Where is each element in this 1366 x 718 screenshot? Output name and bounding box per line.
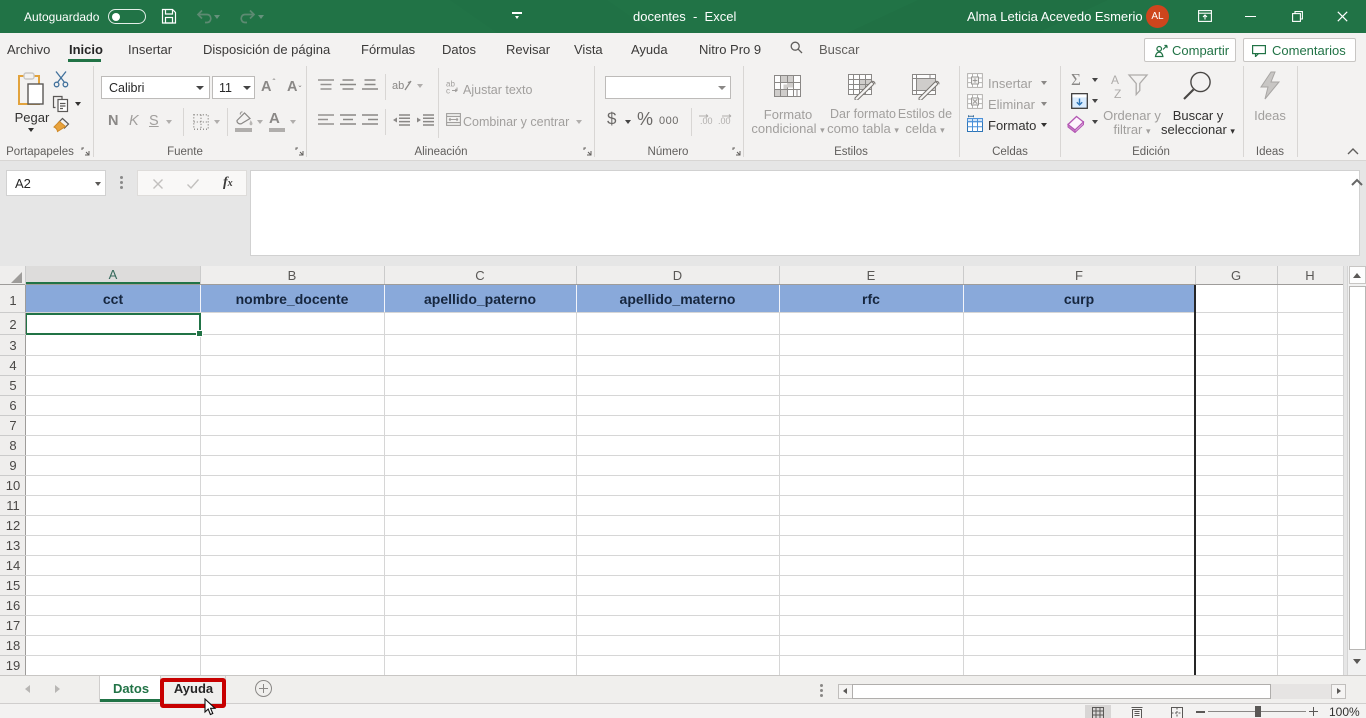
svg-text:A: A	[1111, 73, 1119, 87]
svg-text:Z: Z	[1114, 87, 1121, 101]
svg-text:c: c	[446, 87, 450, 95]
svg-text:.00: .00	[718, 116, 731, 126]
svg-text:ab: ab	[392, 80, 404, 92]
